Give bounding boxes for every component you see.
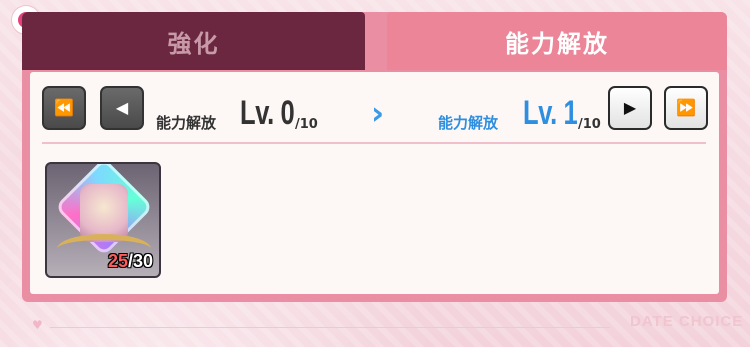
- current-level-max: /10: [295, 117, 318, 132]
- main-panel: 強化 能力解放 ⏪ ◀ 能力解放 Lv. 0 /10 › 能力解放 Lv. 1 …: [22, 12, 727, 302]
- tab-enhance[interactable]: 強化: [22, 12, 365, 70]
- current-level-number: 0: [280, 94, 295, 132]
- content-area: ⏪ ◀ 能力解放 Lv. 0 /10 › 能力解放 Lv. 1 /10 ▶ ⏩: [30, 72, 719, 294]
- prev-level-button[interactable]: ◀: [100, 86, 144, 130]
- current-level-label: 能力解放: [156, 114, 217, 132]
- material-item-card[interactable]: 25/30: [45, 162, 161, 278]
- arrow-right-icon: ›: [371, 94, 385, 132]
- brand-logo: DATE CHOICE: [630, 313, 744, 330]
- next-level-number: 1: [563, 94, 578, 132]
- left-arrow-icon: ◀: [115, 98, 129, 117]
- next-level-prefix: Lv.: [523, 94, 557, 132]
- divider: [42, 142, 706, 144]
- current-level-prefix: Lv.: [240, 94, 274, 132]
- double-left-arrow-icon: ⏪: [54, 98, 74, 117]
- next-level-max: /10: [578, 117, 601, 132]
- first-level-button[interactable]: ⏪: [42, 86, 86, 130]
- item-count-current: 25: [107, 251, 128, 271]
- next-level-label: 能力解放: [438, 114, 499, 132]
- heart-icon: ♥: [32, 318, 43, 332]
- next-level-button[interactable]: ▶: [608, 86, 652, 130]
- item-count: 25/30: [108, 251, 153, 272]
- tab-ability-release-label: 能力解放: [505, 29, 609, 58]
- tab-ability-release[interactable]: 能力解放: [387, 12, 727, 70]
- tab-enhance-label: 強化: [167, 29, 220, 58]
- double-right-arrow-icon: ⏩: [676, 98, 696, 117]
- last-level-button[interactable]: ⏩: [664, 86, 708, 130]
- footer-line: [50, 327, 610, 328]
- current-level-value: Lv. 0: [240, 94, 295, 133]
- right-arrow-icon: ▶: [623, 98, 637, 117]
- next-level-value: Lv. 1: [523, 94, 578, 133]
- level-control-row: ⏪ ◀ 能力解放 Lv. 0 /10 › 能力解放 Lv. 1 /10 ▶ ⏩: [30, 72, 719, 144]
- item-count-total: /30: [127, 251, 153, 271]
